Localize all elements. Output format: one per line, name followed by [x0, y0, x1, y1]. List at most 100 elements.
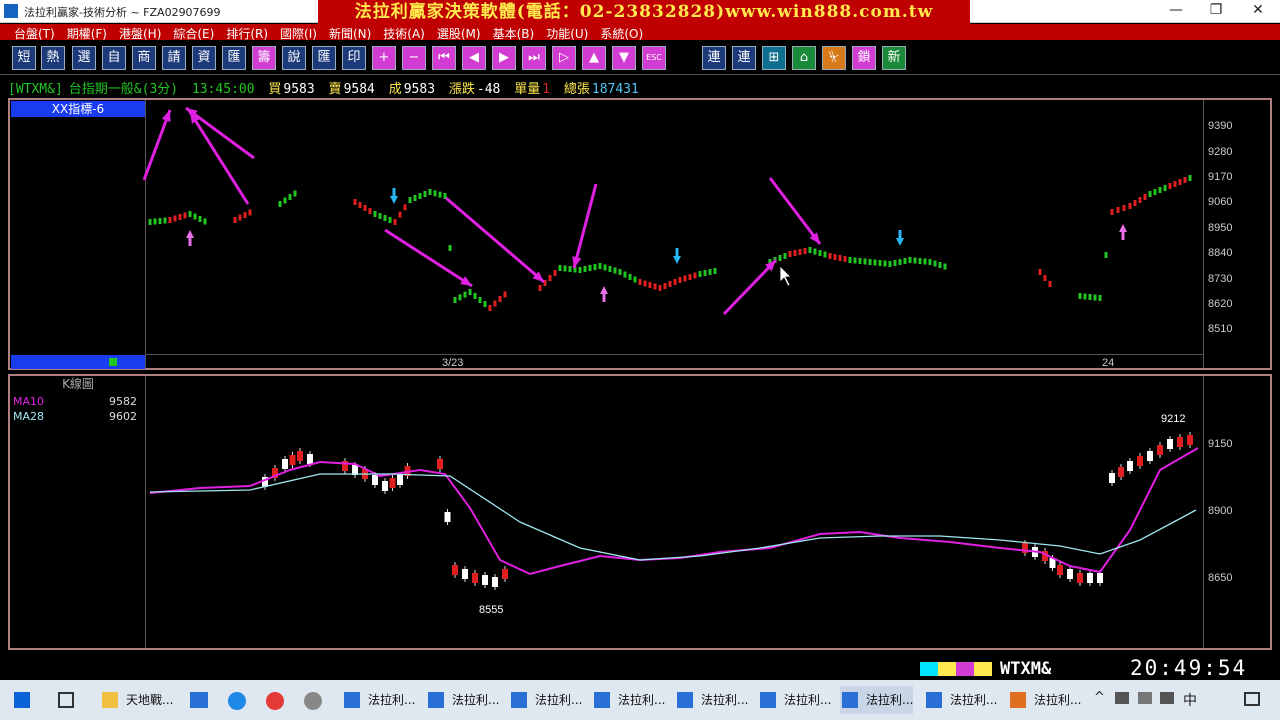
indicator-candle	[883, 260, 887, 267]
indicator-candle	[828, 253, 832, 259]
chart-app-icon	[677, 692, 693, 708]
chrome-icon[interactable]	[266, 692, 284, 710]
taskbar-item[interactable]: 法拉利...	[924, 686, 997, 714]
indicator-candle	[1038, 269, 1042, 275]
indicator-candle	[1158, 187, 1162, 193]
chart-app-icon	[842, 692, 858, 708]
volume-icon[interactable]	[1160, 692, 1174, 704]
indicator-candle	[943, 263, 947, 270]
indicator-candle	[1178, 179, 1182, 185]
indicator-candle	[788, 251, 792, 257]
taskbar-item[interactable]: 天地戰...	[100, 686, 173, 714]
indicator-candle	[388, 217, 392, 223]
indicator-candle	[1133, 200, 1137, 206]
indicator-candle	[643, 280, 647, 287]
indicator-candle	[893, 260, 897, 266]
price-tick: 9150	[1208, 438, 1233, 450]
indicator-candle	[898, 259, 902, 265]
taskbar-item[interactable]: 法拉利...	[675, 686, 748, 714]
axis-divider	[1203, 376, 1204, 648]
ie-icon[interactable]	[228, 692, 246, 710]
indicator-candle	[233, 217, 237, 223]
indicator-candle	[1173, 181, 1177, 187]
taskbar-item[interactable]: 法拉利...	[1008, 686, 1081, 714]
buy-signal-arrow	[186, 230, 194, 246]
indicator-candle	[623, 271, 627, 278]
indicator-candle	[913, 257, 917, 264]
high-annotation: 9212	[1161, 413, 1186, 425]
indicator-candle	[613, 267, 617, 274]
indicator-candle	[863, 258, 867, 265]
indicator-candle	[1083, 293, 1087, 300]
taskbar-label: 法拉利...	[784, 693, 832, 707]
chart-app-icon	[511, 692, 527, 708]
indicator-candle	[1078, 293, 1082, 299]
indicator-candle	[1128, 203, 1132, 209]
indicator-candle	[238, 214, 242, 221]
ime-indicator[interactable]: 中	[1183, 690, 1197, 710]
taskbar-label: 天地戰...	[126, 693, 174, 707]
indicator-candle	[853, 257, 857, 264]
start-icon[interactable]	[14, 692, 30, 708]
taskbar-item[interactable]: 法拉利...	[426, 686, 499, 714]
indicator-candle	[448, 245, 452, 251]
wifi-icon[interactable]	[1138, 692, 1152, 704]
indicator-candle	[1048, 281, 1052, 287]
indicator-candle	[688, 274, 692, 280]
notification-icon[interactable]	[1244, 692, 1260, 706]
indicator-candle	[493, 300, 497, 307]
mouse-cursor-icon	[779, 265, 792, 287]
indicator-candle	[658, 285, 662, 291]
status-swatch	[956, 662, 974, 676]
app-icon[interactable]	[190, 692, 208, 708]
chevron-up-icon[interactable]: ^	[1094, 690, 1105, 705]
annotation-arrow	[572, 183, 598, 269]
indicator-candle	[398, 211, 402, 218]
chart-app-icon	[428, 692, 444, 708]
indicator-candle	[938, 262, 942, 268]
indicator-candle	[418, 193, 422, 199]
indicator-candle	[933, 260, 937, 267]
indicator-candle	[628, 274, 632, 280]
indicator-candle	[568, 266, 572, 272]
taskbar-item-active[interactable]: 法拉利...	[840, 686, 914, 714]
indicator-candle	[1093, 294, 1097, 301]
indicator-candle	[548, 275, 552, 281]
annotation-arrow	[142, 109, 172, 181]
indicator-candle	[423, 191, 427, 197]
indicator-candle	[908, 257, 912, 263]
indicator-candle	[393, 219, 397, 225]
indicator-candle	[608, 266, 612, 272]
indicator-candle	[838, 255, 842, 261]
indicator-candle	[503, 291, 507, 298]
indicator-candle	[168, 217, 172, 223]
indicator-candle	[153, 218, 157, 225]
taskbar-item[interactable]: 法拉利...	[758, 686, 831, 714]
task-view-icon[interactable]	[58, 692, 74, 708]
indicator-candle	[403, 204, 407, 211]
indicator-candle	[823, 251, 827, 258]
indicator-candle	[188, 211, 192, 217]
kline-panel	[8, 374, 1272, 650]
indicator-candle	[1143, 194, 1147, 200]
indicator-candle	[178, 214, 182, 220]
indicator-candle	[428, 189, 432, 195]
indicator-candle	[888, 261, 892, 267]
indicator-candle	[923, 258, 927, 265]
indicator-candle	[1122, 205, 1126, 211]
indicator-candle	[383, 215, 387, 221]
indicator-candle	[648, 282, 652, 288]
indicator-candle	[158, 218, 162, 224]
indicator-candle	[1153, 189, 1157, 195]
indicator-candle	[363, 205, 367, 211]
taskbar-item[interactable]: 法拉利...	[509, 686, 582, 714]
network-icon[interactable]	[1115, 692, 1129, 704]
indicator-candle	[603, 264, 607, 271]
sell-signal-arrow	[390, 188, 398, 204]
taskbar-item[interactable]: 法拉利...	[592, 686, 665, 714]
app-icon[interactable]	[304, 692, 322, 710]
ma28-value: 9602	[109, 410, 137, 423]
taskbar-item[interactable]: 法拉利...	[342, 686, 415, 714]
annotation-arrow	[722, 258, 778, 316]
indicator-candle	[683, 275, 687, 282]
